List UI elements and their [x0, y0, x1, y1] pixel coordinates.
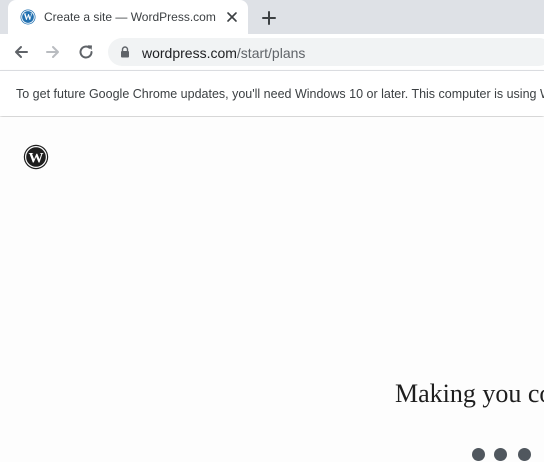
svg-text:W: W: [24, 12, 33, 22]
address-bar[interactable]: wordpress.com/start/plans: [108, 38, 544, 66]
page-content: W Making you co: [0, 117, 544, 462]
tab-create-site[interactable]: W Create a site — WordPress.com: [8, 0, 248, 34]
loading-dot: [494, 448, 507, 461]
svg-text:W: W: [29, 151, 44, 167]
new-tab-plus-icon[interactable]: [259, 8, 279, 28]
close-icon[interactable]: [225, 10, 239, 24]
forward-arrow-icon[interactable]: [43, 42, 63, 62]
reload-icon[interactable]: [76, 42, 96, 62]
tab-strip: W Create a site — WordPress.com: [0, 0, 544, 34]
wordpress-icon: W: [20, 9, 36, 25]
wordpress-logo-icon[interactable]: W: [23, 144, 49, 170]
infobar-message: To get future Google Chrome updates, you…: [16, 87, 544, 101]
url-domain: wordpress.com: [142, 45, 237, 61]
lock-icon[interactable]: [120, 46, 130, 58]
back-arrow-icon[interactable]: [11, 42, 31, 62]
url-path: /start/plans: [236, 45, 306, 61]
toolbar: wordpress.com/start/plans: [0, 34, 544, 70]
url-text[interactable]: wordpress.com/start/plans: [142, 45, 305, 61]
loading-dot: [518, 448, 531, 461]
loading-heading: Making you co: [395, 379, 544, 408]
browser-window: W Create a site — WordPress.com wordpres…: [0, 0, 544, 462]
loading-dot: [472, 448, 485, 461]
update-infobar: To get future Google Chrome updates, you…: [0, 70, 544, 116]
tab-title: Create a site — WordPress.com: [44, 10, 216, 24]
